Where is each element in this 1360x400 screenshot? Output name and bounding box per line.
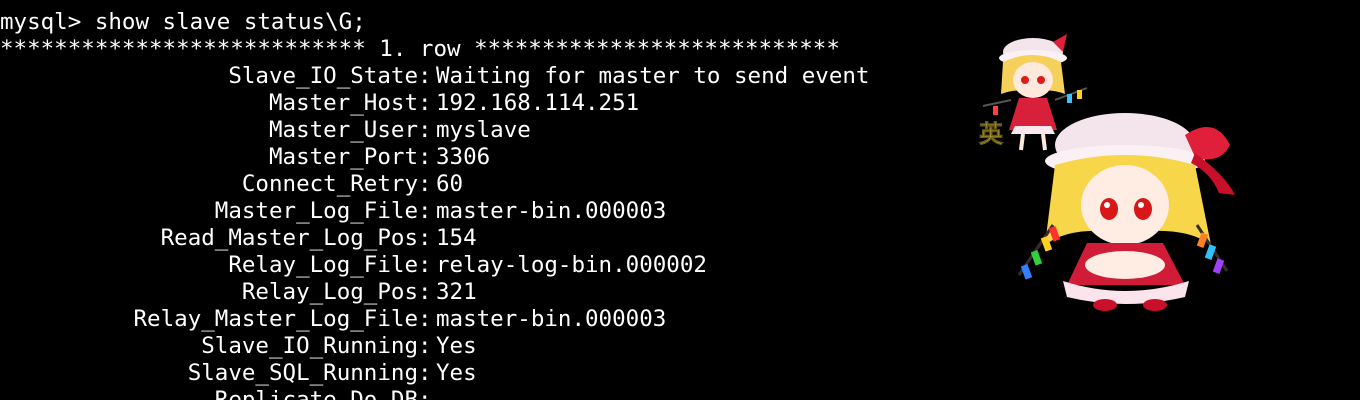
field-key: Master_Host	[268, 90, 418, 116]
status-field-row: Read_Master_Log_Pos:154	[0, 225, 1000, 252]
field-separator: :	[418, 171, 432, 197]
prompt-line: mysql> show slave status\G;	[0, 9, 366, 35]
field-key: Relay_Log_File	[228, 252, 418, 278]
status-field-row: Relay_Log_File: relay-log-bin.000002	[0, 252, 1000, 279]
status-field-row: Connect_Retry:60	[0, 171, 1000, 198]
field-separator: :	[418, 198, 432, 224]
field-key: Master_Log_File	[214, 198, 418, 224]
field-separator: :	[418, 90, 432, 116]
field-key: Master_User	[268, 117, 418, 143]
status-field-row: Master_Host:192.168.114.251	[0, 90, 1000, 117]
field-separator: :	[418, 279, 432, 305]
row-header: *************************** 1. row *****…	[0, 36, 840, 62]
field-key: Connect_Retry	[241, 171, 418, 197]
field-value: master-bin.000003	[436, 306, 667, 332]
status-field-row: Master_Port:3306	[0, 144, 1000, 171]
status-field-row: Slave_IO_State: Waiting for master to sen…	[0, 63, 1000, 90]
field-separator: :	[418, 306, 432, 332]
status-field-row: Master_Log_File: master-bin.000003	[0, 198, 1000, 225]
field-value: 3306	[436, 144, 491, 170]
field-value: relay-log-bin.000002	[436, 252, 707, 278]
field-value: 192.168.114.251	[436, 90, 640, 116]
field-separator: :	[418, 360, 432, 386]
status-field-row: Replicate_Do_DB:	[0, 387, 1000, 400]
field-value: Waiting for master to send event	[436, 63, 870, 89]
status-field-row: Master_User: myslave	[0, 117, 1000, 144]
field-key: Slave_SQL_Running	[187, 360, 418, 386]
field-value: 60	[436, 171, 464, 197]
field-value: Yes	[436, 333, 477, 359]
field-value: 154	[436, 225, 477, 251]
status-field-row: Slave_IO_Running: Yes	[0, 333, 1000, 360]
field-value: 321	[436, 279, 477, 305]
field-key: Relay_Log_Pos	[241, 279, 418, 305]
badge-glyph: 英	[979, 120, 1004, 148]
field-value: Yes	[436, 360, 477, 386]
field-key: Master_Port	[268, 144, 418, 170]
field-key: Relay_Master_Log_File	[133, 306, 418, 332]
field-separator: :	[418, 252, 432, 278]
status-field-row: Relay_Master_Log_File: master-bin.000003	[0, 306, 1000, 333]
field-separator: :	[418, 333, 432, 359]
field-key: Replicate_Do_DB	[214, 387, 418, 400]
field-key: Read_Master_Log_Pos	[160, 225, 418, 251]
field-separator: :	[418, 63, 432, 89]
status-field-row: Relay_Log_Pos:321	[0, 279, 1000, 306]
field-separator: :	[418, 144, 432, 170]
field-separator: :	[418, 225, 432, 251]
status-field-row: Slave_SQL_Running: Yes	[0, 360, 1000, 387]
chibi-character-large-image	[1017, 113, 1235, 311]
field-key: Slave_IO_Running	[201, 333, 418, 359]
field-value: myslave	[436, 117, 531, 143]
field-separator: :	[418, 117, 432, 143]
field-separator: :	[418, 387, 432, 400]
field-key: Slave_IO_State	[228, 63, 418, 89]
field-value: master-bin.000003	[436, 198, 667, 224]
